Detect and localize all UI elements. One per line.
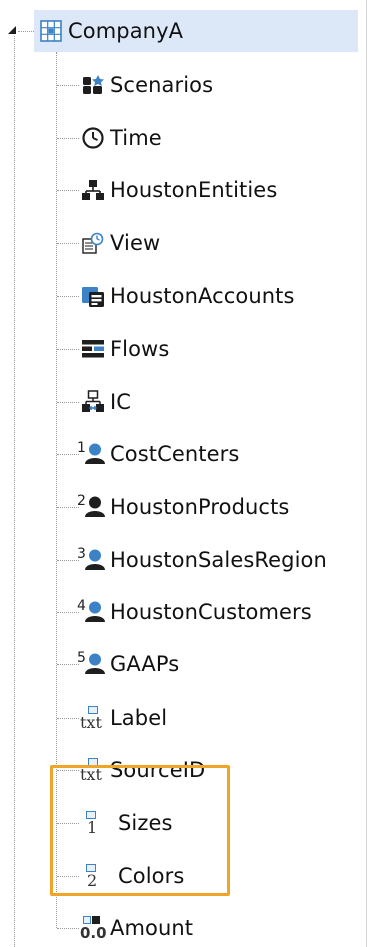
tree-connector-branch [57, 402, 79, 403]
tree-item-label: HoustonCustomers [110, 599, 312, 624]
accounts-icon [80, 283, 106, 309]
text-property-icon: txt [80, 705, 106, 732]
tree-item-label: CostCenters [110, 441, 240, 466]
tree-item-houstonentities[interactable]: HoustonEntities [80, 172, 277, 208]
property-box-icon [92, 916, 100, 924]
tree-connector-branch [57, 296, 79, 297]
tree-item-time[interactable]: Time [80, 120, 162, 156]
tree-item-houstonsalesregion[interactable]: 3 HoustonSalesRegion [77, 542, 327, 578]
tree-item-label: HoustonSalesRegion [110, 547, 327, 572]
hierarchy-icon [80, 177, 106, 203]
user-defined-3-icon: 3 [77, 546, 106, 573]
user-defined-5-icon: 5 [77, 650, 106, 677]
tree-item-houstonaccounts[interactable]: HoustonAccounts [80, 278, 295, 314]
tree-connector-branch [57, 138, 79, 139]
tree-item-houstoncustomers[interactable]: 4 HoustonCustomers [77, 594, 312, 630]
numbered-property-icon: 1 [80, 810, 106, 837]
tree-connector-branch [57, 612, 79, 613]
tree-connector-branch [57, 928, 79, 929]
collapse-arrow-icon[interactable] [8, 26, 16, 34]
numbered-property-icon: 2 [80, 863, 106, 890]
tree-connector-branch [57, 664, 79, 665]
tree-item-ic[interactable]: IC [80, 384, 131, 420]
property-glyph: 0.0 [80, 924, 107, 942]
scenarios-icon [80, 72, 106, 98]
property-glyph: 2 [87, 871, 98, 890]
tree-item-label: Colors [118, 863, 185, 888]
tree-item-scenarios[interactable]: Scenarios [80, 67, 213, 103]
tree-item-label: GAAPs [110, 651, 180, 676]
tree-connector-branch [57, 454, 79, 455]
view-icon [80, 230, 106, 256]
property-glyph: 1 [87, 818, 98, 837]
user-defined-4-icon: 4 [77, 598, 106, 625]
tree-item-label: Time [110, 125, 162, 150]
tree-item-amount[interactable]: 0.0 Amount [80, 910, 193, 946]
tree-item-label: Sizes [118, 810, 173, 835]
tree-item-label: Scenarios [110, 72, 214, 97]
tree-item-colors[interactable]: 2 Colors [80, 858, 184, 894]
tree-item-label: Amount [110, 915, 194, 940]
tree-connector-branch [57, 243, 79, 244]
tree-item-gaaps[interactable]: 5 GAAPs [77, 646, 180, 682]
tree-item-label-property[interactable]: txt Label [80, 700, 167, 736]
tree-item-sizes[interactable]: 1 Sizes [80, 805, 173, 841]
clock-icon [80, 125, 106, 151]
intercompany-icon [80, 389, 106, 415]
tree-root-label: CompanyA [68, 18, 184, 43]
tree-item-label: IC [110, 389, 132, 414]
user-defined-1-icon: 1 [77, 440, 106, 467]
tree-root-item[interactable]: CompanyA [38, 13, 183, 49]
tree-connector-branch [57, 560, 79, 561]
panel-edge [366, 0, 367, 947]
tree-item-label: HoustonEntities [110, 177, 278, 202]
cube-grid-icon [38, 18, 64, 44]
tree-item-view[interactable]: View [80, 225, 160, 261]
tree-item-label: Label [110, 705, 168, 730]
tree-item-label: HoustonProducts [110, 494, 290, 519]
flows-icon [80, 336, 106, 362]
tree-item-costcenters[interactable]: 1 CostCenters [77, 436, 240, 472]
property-box-icon [83, 916, 91, 924]
tree-connector-root [18, 31, 34, 32]
tree-item-label: Flows [110, 336, 170, 361]
tree-connector-branch [57, 507, 79, 508]
user-defined-2-icon: 2 [77, 493, 106, 520]
tree-item-houstonproducts[interactable]: 2 HoustonProducts [77, 489, 290, 525]
tree-connector-left [14, 36, 15, 947]
tree-item-label: HoustonAccounts [110, 283, 295, 308]
tree-item-label: View [110, 230, 161, 255]
tree-connector-branch [57, 85, 79, 86]
property-glyph: txt [80, 713, 102, 732]
decimal-property-icon: 0.0 [80, 915, 107, 942]
tree-connector-branch [57, 190, 79, 191]
dimension-tree: CompanyA Scenarios Time HoustonEntities … [0, 0, 369, 947]
tree-connector-branch [57, 718, 79, 719]
tree-item-flows[interactable]: Flows [80, 331, 169, 367]
tree-connector-branch [57, 349, 79, 350]
